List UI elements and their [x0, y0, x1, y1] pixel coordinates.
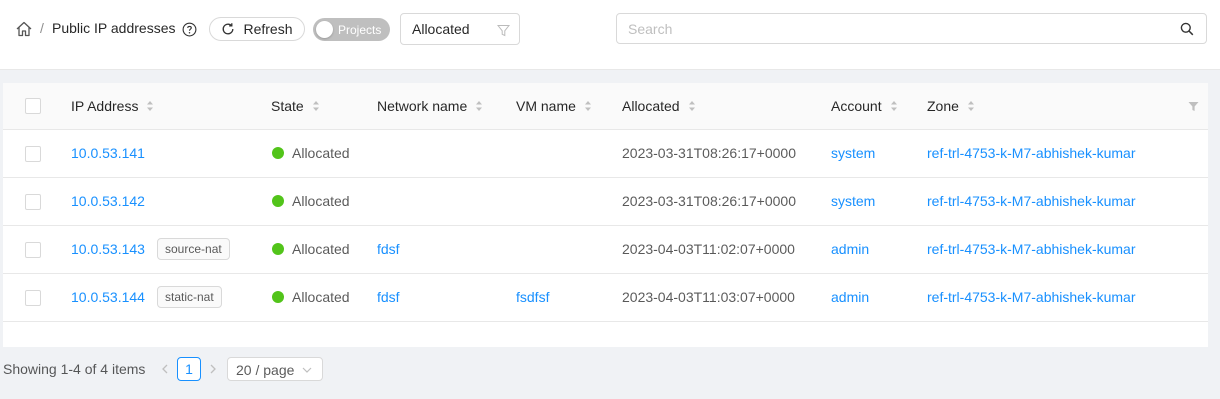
search-input[interactable]	[617, 14, 1177, 43]
top-toolbar: / Public IP addresses Refresh Projects A…	[0, 0, 1220, 70]
home-icon[interactable]	[15, 20, 33, 38]
static-nat-tag: static-nat	[157, 286, 222, 308]
status-dot	[272, 242, 284, 255]
ip-address-link[interactable]: 10.0.53.144	[71, 289, 145, 305]
chevron-right-icon[interactable]	[207, 361, 219, 377]
table-row: 10.0.53.144 static-nat Allocated fdsf fs…	[3, 274, 1208, 322]
sort-icon	[890, 101, 897, 111]
state-label: Allocated	[292, 193, 350, 209]
search-icon[interactable]	[1180, 22, 1194, 36]
column-header-label: Zone	[927, 98, 959, 114]
allocated-cell: 2023-03-31T08:26:17+0000	[622, 193, 796, 209]
projects-toggle[interactable]: Projects	[313, 18, 390, 41]
question-circle-icon[interactable]	[182, 22, 197, 37]
zone-link[interactable]: ref-trl-4753-k-M7-abhishek-kumar	[927, 193, 1136, 209]
page-number-button[interactable]: 1	[177, 357, 201, 381]
status-dot	[272, 194, 284, 207]
table-row: 10.0.53.142 Allocated 2023-03-31T08:26:1…	[3, 178, 1208, 226]
sort-icon	[147, 101, 154, 111]
column-header-ip-address[interactable]: IP Address	[71, 98, 154, 114]
chevron-down-icon	[302, 367, 312, 373]
source-nat-tag: source-nat	[157, 238, 230, 260]
search-box	[616, 13, 1207, 44]
state-filter-value: Allocated	[412, 21, 470, 37]
chevron-left-icon[interactable]	[159, 361, 171, 377]
status-dot	[272, 146, 284, 159]
toggle-knob	[316, 21, 333, 38]
state-cell: Allocated	[272, 289, 350, 305]
network-name-link[interactable]: fdsf	[377, 289, 400, 305]
column-header-zone[interactable]: Zone	[927, 98, 975, 114]
page-size-select[interactable]: 20 / page	[227, 357, 323, 381]
ip-address-table: IP Address State Network name VM name Al…	[3, 83, 1208, 347]
column-filter-icon[interactable]	[1188, 101, 1199, 112]
column-header-vm-name[interactable]: VM name	[516, 98, 592, 114]
reload-icon	[223, 23, 234, 35]
table-row: 10.0.53.141 Allocated 2023-03-31T08:26:1…	[3, 130, 1208, 178]
state-cell: Allocated	[272, 193, 350, 209]
state-label: Allocated	[292, 145, 350, 161]
select-all-checkbox[interactable]	[25, 98, 41, 114]
sort-icon	[967, 101, 974, 111]
column-header-label: IP Address	[71, 98, 139, 114]
ip-address-link[interactable]: 10.0.53.143	[71, 241, 145, 257]
breadcrumb-separator: /	[40, 20, 44, 36]
zone-link[interactable]: ref-trl-4753-k-M7-abhishek-kumar	[927, 289, 1136, 305]
row-checkbox[interactable]	[25, 242, 41, 258]
filter-icon	[497, 25, 510, 37]
network-name-link[interactable]: fdsf	[377, 241, 400, 257]
state-cell: Allocated	[272, 145, 350, 161]
allocated-cell: 2023-04-03T11:02:07+0000	[622, 241, 795, 257]
table-header: IP Address State Network name VM name Al…	[3, 83, 1208, 130]
projects-toggle-label: Projects	[338, 23, 382, 37]
allocated-cell: 2023-03-31T08:26:17+0000	[622, 145, 796, 161]
account-link[interactable]: admin	[831, 289, 869, 305]
ip-address-link[interactable]: 10.0.53.141	[71, 145, 145, 161]
pagination: Showing 1-4 of 4 items 1 20 / page	[3, 357, 403, 381]
refresh-label: Refresh	[243, 21, 293, 37]
column-header-account[interactable]: Account	[831, 98, 898, 114]
status-dot	[272, 290, 284, 303]
state-filter-select[interactable]: Allocated	[400, 13, 520, 45]
column-header-state[interactable]: State	[271, 98, 320, 114]
ip-address-link[interactable]: 10.0.53.142	[71, 193, 145, 209]
account-link[interactable]: system	[831, 145, 875, 161]
row-checkbox[interactable]	[25, 146, 41, 162]
pagination-total: Showing 1-4 of 4 items	[3, 361, 146, 377]
table-row: 10.0.53.143 source-nat Allocated fdsf 20…	[3, 226, 1208, 274]
row-checkbox[interactable]	[25, 290, 41, 306]
row-checkbox[interactable]	[25, 194, 41, 210]
page-title: Public IP addresses	[52, 20, 176, 36]
state-cell: Allocated	[272, 241, 350, 257]
allocated-cell: 2023-04-03T11:03:07+0000	[622, 289, 795, 305]
account-link[interactable]: admin	[831, 241, 869, 257]
zone-link[interactable]: ref-trl-4753-k-M7-abhishek-kumar	[927, 145, 1136, 161]
vm-name-link[interactable]: fsdfsf	[516, 289, 549, 305]
column-header-network-name[interactable]: Network name	[377, 98, 483, 114]
column-header-label: Network name	[377, 98, 468, 114]
page-size-value: 20 / page	[236, 362, 295, 378]
state-label: Allocated	[292, 289, 350, 305]
sort-icon	[688, 101, 695, 111]
state-label: Allocated	[292, 241, 350, 257]
sort-icon	[584, 101, 591, 111]
account-link[interactable]: system	[831, 193, 875, 209]
sort-icon	[476, 101, 483, 111]
column-header-allocated[interactable]: Allocated	[622, 98, 696, 114]
column-header-label: VM name	[516, 98, 576, 114]
zone-link[interactable]: ref-trl-4753-k-M7-abhishek-kumar	[927, 241, 1136, 257]
column-header-label: Allocated	[622, 98, 680, 114]
sort-icon	[312, 101, 319, 111]
refresh-button[interactable]: Refresh	[209, 17, 305, 41]
column-header-label: State	[271, 98, 304, 114]
column-header-label: Account	[831, 98, 882, 114]
